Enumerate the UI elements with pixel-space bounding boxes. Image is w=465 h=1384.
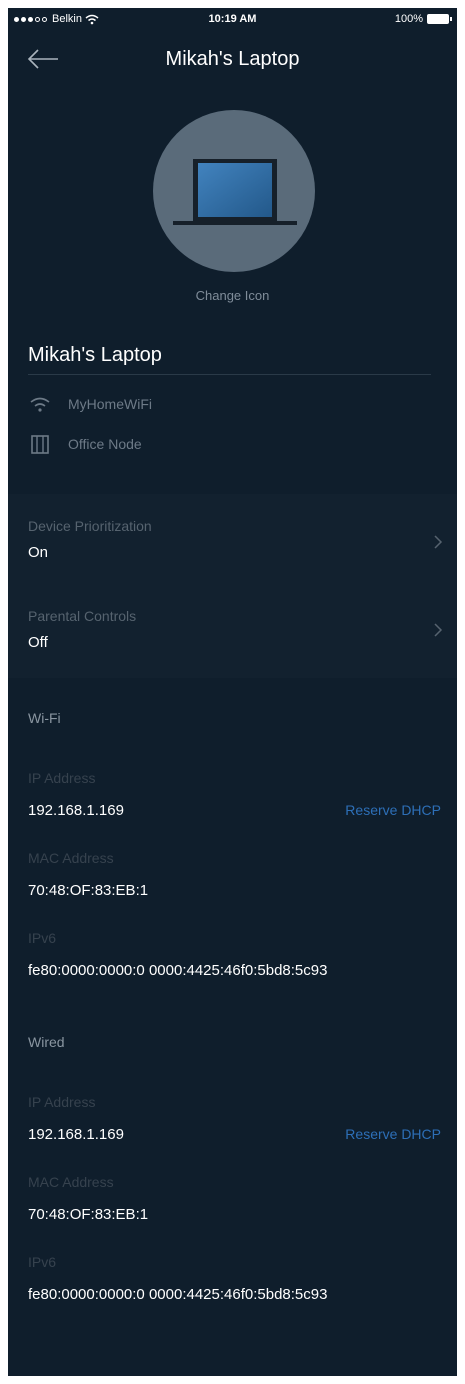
node-row: Office Node	[28, 434, 142, 454]
wired-ip-label: IP Address	[28, 1094, 96, 1110]
chevron-right-icon[interactable]	[433, 534, 443, 550]
device-prioritization-value: On	[28, 544, 49, 561]
wired-mac-value: 70:48:OF:83:EB:1	[28, 1206, 149, 1223]
wifi-ip-value: 192.168.1.169	[28, 802, 124, 819]
status-time: 10:19 AM	[208, 13, 257, 25]
wifi-mac-value: 70:48:OF:83:EB:1	[28, 882, 149, 899]
device-avatar[interactable]	[153, 110, 315, 272]
wifi-ipv6-value: fe80:0000:0000:0 0000:4425:46f0:5bd8:5c9…	[28, 962, 328, 979]
parental-controls-value: Off	[28, 634, 48, 651]
wifi-ip-label: IP Address	[28, 770, 96, 786]
wifi-mac-label: MAC Address	[28, 850, 114, 866]
battery-icon	[427, 14, 452, 24]
name-divider	[28, 374, 431, 375]
device-prioritization-label: Device Prioritization	[28, 518, 152, 534]
node-name: Office Node	[68, 436, 142, 452]
wired-ipv6-label: IPv6	[28, 1254, 57, 1270]
wired-ip-value: 192.168.1.169	[28, 1126, 124, 1143]
wifi-icon	[30, 397, 50, 412]
device-name[interactable]: Mikah's Laptop	[28, 344, 162, 367]
chevron-right-icon[interactable]	[433, 622, 443, 638]
change-icon-link[interactable]: Change Icon	[8, 288, 457, 303]
settings-panel: Device Prioritization On Parental Contro…	[8, 494, 457, 678]
laptop-icon	[173, 159, 297, 225]
wifi-reserve-dhcp-link[interactable]: Reserve DHCP	[345, 802, 441, 818]
device-details-screen: Belkin 10:19 AM 100% Mikah's Laptop Chan…	[8, 8, 457, 1376]
node-icon	[31, 435, 49, 454]
wired-ipv6-value: fe80:0000:0000:0 0000:4425:46f0:5bd8:5c9…	[28, 1286, 328, 1303]
network-row: MyHomeWiFi	[28, 394, 152, 414]
wired-mac-label: MAC Address	[28, 1174, 114, 1190]
network-name: MyHomeWiFi	[68, 396, 152, 412]
wired-reserve-dhcp-link[interactable]: Reserve DHCP	[345, 1126, 441, 1142]
wired-section-title: Wired	[28, 1034, 65, 1050]
parental-controls-label: Parental Controls	[28, 608, 137, 624]
page-title: Mikah's Laptop	[165, 48, 300, 70]
battery-percent: 100%	[394, 13, 423, 25]
wifi-ipv6-label: IPv6	[28, 930, 57, 946]
wifi-section-title: Wi-Fi	[28, 710, 61, 726]
status-right: 100%	[394, 13, 452, 25]
status-bar: Belkin 10:19 AM 100%	[8, 8, 457, 30]
